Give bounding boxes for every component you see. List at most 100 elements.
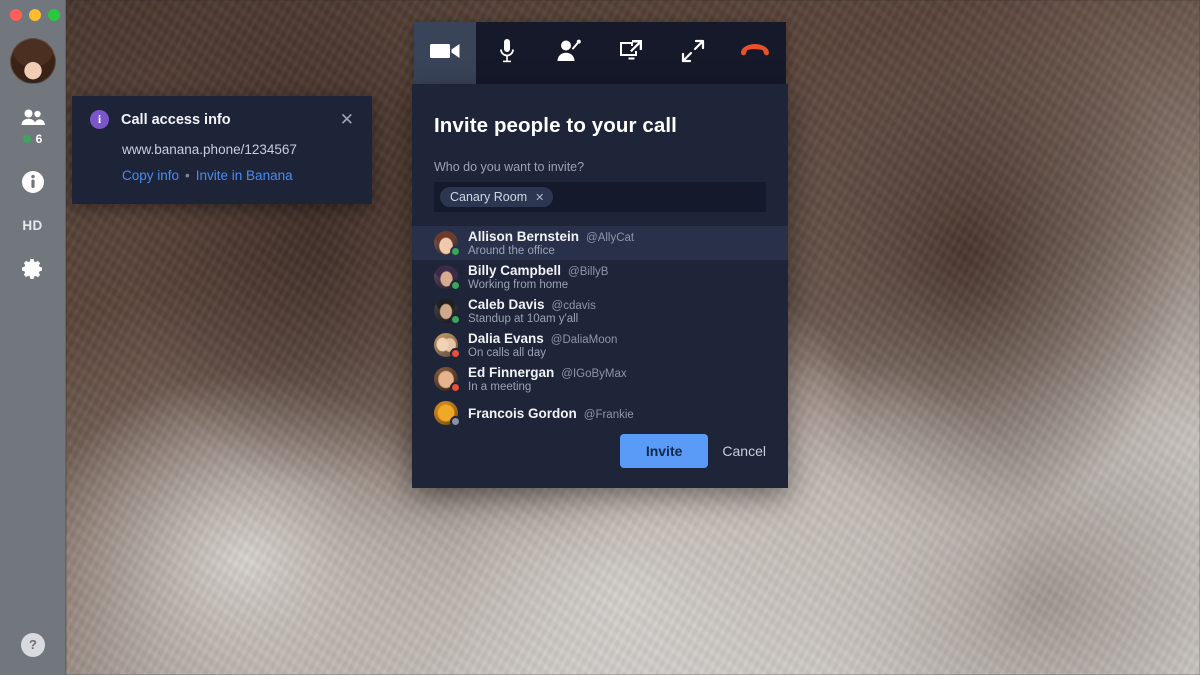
avatar[interactable] <box>9 38 56 84</box>
participants-count: 6 <box>22 132 43 146</box>
contact-avatar-wrapper <box>434 265 461 291</box>
call-access-url: www.banana.phone/1234567 <box>122 142 297 157</box>
invite-in-banana-link[interactable]: Invite in Banana <box>196 168 293 183</box>
microphone-button[interactable] <box>476 22 538 84</box>
expand-arrows-icon <box>681 39 705 68</box>
share-screen-button[interactable] <box>600 22 662 84</box>
hang-up-phone-icon <box>739 42 771 65</box>
contact-primary-line: Allison Bernstein @AllyCat <box>468 229 634 244</box>
presence-status-badge <box>450 416 461 427</box>
contact-text: Francois Gordon @Frankie <box>468 406 634 421</box>
contact-primary-line: Ed Finnergan @IGoByMax <box>468 365 627 380</box>
contact-list-item[interactable]: Billy Campbell @BillyB Working from home <box>412 260 788 294</box>
contact-primary-line: Francois Gordon @Frankie <box>468 406 634 421</box>
left-sidebar: 6 HD ? <box>0 0 66 675</box>
copy-info-link[interactable]: Copy info <box>122 168 179 183</box>
contact-text: Caleb Davis @cdavis Standup at 10am y'all <box>468 297 596 325</box>
contact-handle: @BillyB <box>568 266 609 278</box>
contact-text: Billy Campbell @BillyB Working from home <box>468 263 608 291</box>
contact-status-text: In a meeting <box>468 381 532 393</box>
contact-list-item[interactable]: Dalia Evans @DaliaMoon On calls all day <box>412 328 788 362</box>
hd-label: HD <box>22 218 43 233</box>
presence-status-badge <box>450 382 461 393</box>
contact-handle: @IGoByMax <box>561 368 627 380</box>
cancel-button[interactable]: Cancel <box>722 443 766 459</box>
contact-handle: @DaliaMoon <box>550 334 618 346</box>
contact-text: Ed Finnergan @IGoByMax In a meeting <box>468 365 627 393</box>
contact-name: Billy Campbell <box>468 263 562 278</box>
contact-name: Dalia Evans <box>468 331 544 346</box>
contact-avatar-wrapper <box>434 333 461 359</box>
contact-primary-line: Caleb Davis @cdavis <box>468 297 596 312</box>
link-separator: • <box>185 168 190 183</box>
contact-primary-line: Billy Campbell @BillyB <box>468 263 608 278</box>
contact-name: Ed Finnergan <box>468 365 555 380</box>
add-person-icon <box>556 39 582 68</box>
close-window-button[interactable] <box>10 9 22 21</box>
contact-status-text: Around the office <box>468 245 555 257</box>
contact-name: Caleb Davis <box>468 297 545 312</box>
presence-status-badge <box>450 348 461 359</box>
invite-field-label: Who do you want to invite? <box>434 160 585 174</box>
contact-list-item[interactable]: Ed Finnergan @IGoByMax In a meeting <box>412 362 788 396</box>
contact-avatar-wrapper <box>434 367 461 393</box>
close-icon[interactable]: ✕ <box>340 111 354 128</box>
app-root: 6 HD ? i Call access info ✕ www.banana.p… <box>0 0 1200 675</box>
contact-list-item[interactable]: Allison Bernstein @AllyCat Around the offi… <box>412 226 788 260</box>
presence-status-badge <box>450 280 461 291</box>
recipient-tag-label: Canary Room <box>450 190 528 204</box>
contact-list: Allison Bernstein @AllyCat Around the offi… <box>412 226 788 430</box>
invite-search-input[interactable]: Canary Room ✕ <box>434 182 766 212</box>
presence-status-badge <box>450 314 461 325</box>
popup-title: Call access info <box>121 111 231 128</box>
sidebar-item-hd[interactable]: HD <box>22 218 42 233</box>
contact-primary-line: Dalia Evans @DaliaMoon <box>468 331 617 346</box>
info-icon: i <box>90 110 109 129</box>
camera-icon <box>429 40 461 67</box>
settings-gear-icon <box>21 257 45 281</box>
contact-list-item[interactable]: Caleb Davis @cdavis Standup at 10am y'all <box>412 294 788 328</box>
sidebar-item-info[interactable] <box>21 170 45 194</box>
microphone-icon <box>498 38 516 69</box>
sidebar-item-participants[interactable]: 6 <box>20 108 46 146</box>
contact-avatar-wrapper <box>434 401 461 427</box>
add-person-button[interactable] <box>538 22 600 84</box>
contact-handle: @AllyCat <box>586 232 635 244</box>
share-screen-icon <box>618 39 644 68</box>
remove-tag-icon[interactable]: ✕ <box>535 191 544 204</box>
contact-text: Dalia Evans @DaliaMoon On calls all day <box>468 331 617 359</box>
contact-name: Allison Bernstein <box>468 229 580 244</box>
online-status-dot <box>22 135 31 143</box>
info-icon <box>21 170 45 194</box>
invite-people-dialog: Invite people to your call Who do you wa… <box>412 84 788 488</box>
contact-avatar-wrapper <box>434 231 461 257</box>
contact-list-item[interactable]: Francois Gordon @Frankie <box>412 396 788 430</box>
contact-handle: @Frankie <box>583 408 634 421</box>
contact-status-text: Standup at 10am y'all <box>468 313 579 325</box>
maximize-window-button[interactable] <box>48 9 60 21</box>
page-title: Invite people to your call <box>434 114 677 137</box>
contact-handle: @cdavis <box>551 300 596 312</box>
help-button[interactable]: ? <box>21 633 45 657</box>
presence-status-badge <box>450 246 461 257</box>
minimize-window-button[interactable] <box>29 9 41 21</box>
contact-name: Francois Gordon <box>468 405 577 421</box>
contact-text: Allison Bernstein @AllyCat Around the offi… <box>468 229 634 257</box>
popup-links: Copy info • Invite in Banana <box>122 168 354 183</box>
recipient-tag[interactable]: Canary Room ✕ <box>440 187 554 207</box>
people-icon <box>20 108 46 126</box>
contact-status-text: Working from home <box>468 279 569 291</box>
hang-up-button[interactable] <box>724 22 786 84</box>
invite-button[interactable]: Invite <box>619 434 709 468</box>
window-traffic-lights <box>10 9 60 21</box>
participants-count-label: 6 <box>35 132 43 146</box>
dialog-actions: Invite Cancel <box>619 434 766 468</box>
popup-header: i Call access info ✕ <box>90 110 354 129</box>
contact-status-text: On calls all day <box>468 347 546 359</box>
fullscreen-button[interactable] <box>662 22 724 84</box>
camera-button[interactable] <box>414 22 476 84</box>
sidebar-item-settings[interactable] <box>21 257 45 281</box>
call-access-info-popup: i Call access info ✕ www.banana.phone/12… <box>72 96 372 204</box>
call-controls-toolbar <box>414 22 786 84</box>
participants-panel: Cait Halloran Invite people <box>1025 0 1200 675</box>
